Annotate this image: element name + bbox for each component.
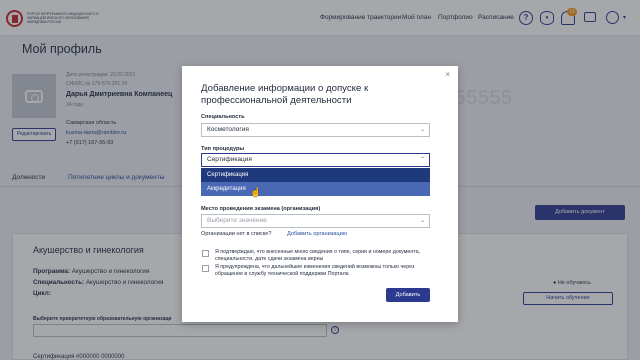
option-certification[interactable]: Сертификация xyxy=(201,168,430,182)
procedure-type-label: Тип процедуры xyxy=(201,146,245,152)
exam-place-select[interactable]: Выберите значение ⌄ xyxy=(201,214,430,228)
org-missing-question: Организации нет в списке? xyxy=(201,231,272,237)
option-accreditation[interactable]: Аккредитация xyxy=(201,182,430,196)
specialty-value: Косметология xyxy=(207,126,249,133)
confirm-checkbox-label: Я подтверждаю, что внесенные мною сведен… xyxy=(215,249,421,262)
exam-place-placeholder: Выберите значение xyxy=(207,217,267,224)
close-icon[interactable]: × xyxy=(445,70,450,79)
specialty-select[interactable]: Косметология ⌄ xyxy=(201,123,430,137)
procedure-type-value: Сертификация xyxy=(207,156,252,163)
admission-modal: × Добавление информации о допуске к проф… xyxy=(182,66,458,322)
confirm-checkbox[interactable] xyxy=(202,250,209,257)
chevron-up-icon: ⌃ xyxy=(419,157,425,163)
chevron-down-icon: ⌄ xyxy=(419,127,425,133)
warning-checkbox[interactable] xyxy=(202,265,209,272)
warning-checkbox-label: Я предупреждена, что дальнейшие изменени… xyxy=(215,264,415,277)
procedure-type-select[interactable]: Сертификация ⌃ xyxy=(201,153,430,167)
exam-place-label: Место проведения экзамена (организация) xyxy=(201,206,321,212)
modal-title: Добавление информации о допуске к профес… xyxy=(201,83,369,106)
procedure-type-dropdown: Сертификация Аккредитация xyxy=(201,168,430,196)
add-organization-link[interactable]: Добавить организацию xyxy=(287,231,347,237)
add-button[interactable]: Добавить xyxy=(386,288,430,302)
specialty-label: Специальность xyxy=(201,114,245,120)
chevron-down-icon: ⌄ xyxy=(419,218,425,224)
pointer-cursor-icon: ☝ xyxy=(250,187,262,197)
